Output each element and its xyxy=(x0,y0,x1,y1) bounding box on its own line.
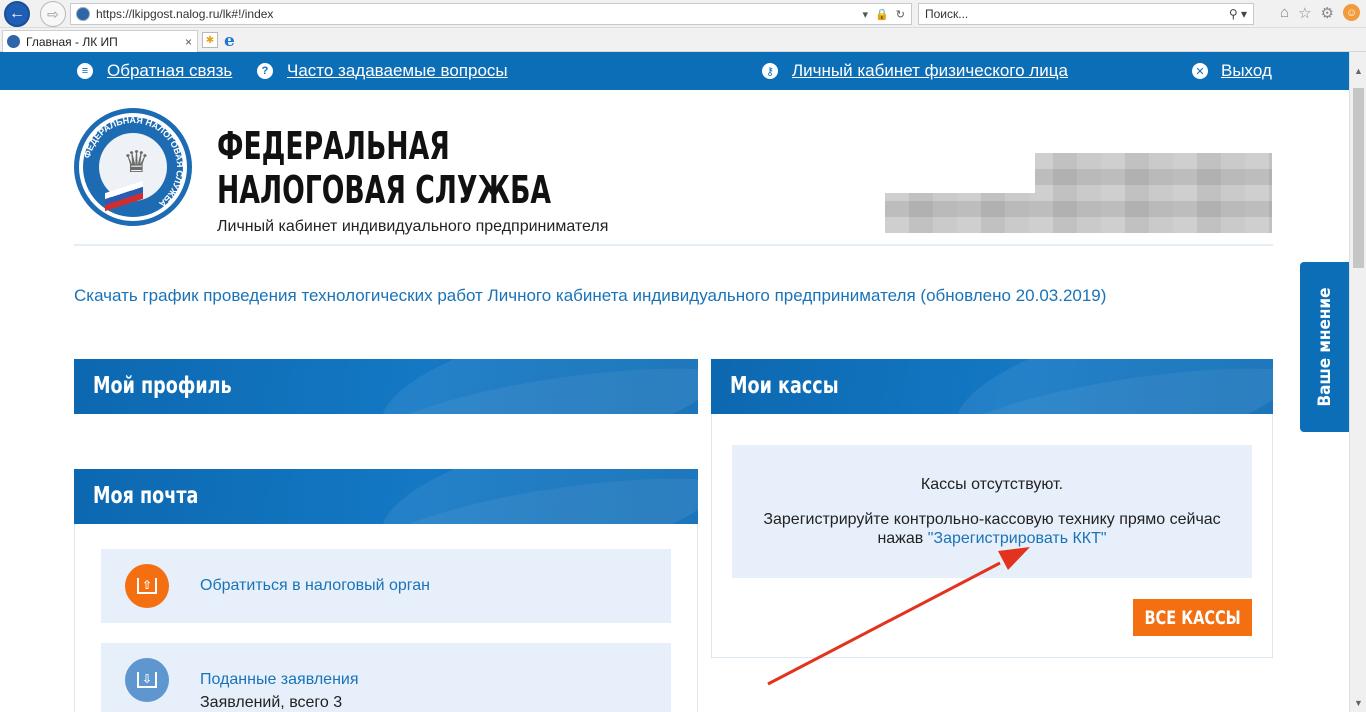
upload-tray-icon: ⇧ xyxy=(125,564,169,608)
tab-title: Главная - ЛК ИП xyxy=(26,34,118,49)
gear-icon[interactable]: ⚙ xyxy=(1321,4,1334,22)
smiley-icon[interactable]: ☺ xyxy=(1343,4,1360,21)
feedback-side-tab[interactable]: Ваше мнение xyxy=(1300,262,1349,432)
kassy-panel-title: Мои кассы xyxy=(730,373,839,399)
ie-logo-icon[interactable]: e xyxy=(224,31,235,51)
list-item-contact-tax-office[interactable]: ⇧ Обратиться в налоговый орган xyxy=(101,549,671,623)
faq-link[interactable]: Часто задаваемые вопросы xyxy=(287,61,508,81)
back-button[interactable]: ← xyxy=(4,1,30,27)
list-item-subtitle: Заявлений, всего 3 xyxy=(200,694,343,711)
kassy-empty-text: Кассы отсутствуют. xyxy=(920,476,1064,493)
personal-cabinet-link[interactable]: Личный кабинет физического лица xyxy=(792,61,1068,81)
lock-icon[interactable]: 🔒 xyxy=(875,8,889,21)
profile-panel-header[interactable]: Мой профиль xyxy=(74,359,698,414)
feedback-icon: ≡ xyxy=(77,63,93,79)
redacted-user-info xyxy=(885,153,1272,233)
browser-tab[interactable]: Главная - ЛК ИП × xyxy=(2,30,198,52)
feedback-side-tab-label: Ваше мнение xyxy=(1314,287,1335,407)
mail-panel-title: Моя почта xyxy=(93,483,199,509)
close-tab-icon[interactable]: × xyxy=(185,35,197,49)
profile-panel-title: Мой профиль xyxy=(93,373,232,399)
register-kkt-link[interactable]: "Зарегистрировать ККТ" xyxy=(928,530,1107,547)
browser-tab-bar: Главная - ЛК ИП × ✱ e xyxy=(0,28,1366,52)
browser-search-input[interactable]: Поиск... ⚲ ▾ xyxy=(918,3,1254,25)
forward-button[interactable]: ⇨ xyxy=(40,1,66,27)
scroll-down-icon[interactable]: ▼ xyxy=(1354,698,1363,708)
question-icon: ? xyxy=(257,63,273,79)
kassy-hint: Зарегистрируйте контрольно-кассовую техн… xyxy=(763,511,1221,547)
page-subtitle: Личный кабинет индивидуального предприни… xyxy=(217,218,609,235)
scrollbar-thumb[interactable] xyxy=(1353,88,1364,268)
close-icon: ✕ xyxy=(1192,63,1208,79)
fns-emblem-logo: ФЕДЕРАЛЬНАЯ НАЛОГОВАЯ СЛУЖБА ♛ xyxy=(74,108,192,226)
download-tray-icon: ⇩ xyxy=(125,658,169,702)
dropdown-icon[interactable]: ▾ xyxy=(863,8,869,21)
kassy-empty-box: Кассы отсутствуют. Зарегистрируйте контр… xyxy=(732,445,1252,578)
search-placeholder: Поиск... xyxy=(925,7,969,21)
key-icon: ⚷ xyxy=(762,63,778,79)
forward-arrow-icon: ⇨ xyxy=(47,5,59,22)
refresh-icon[interactable]: ↻ xyxy=(896,8,905,21)
mail-panel-header[interactable]: Моя почта xyxy=(74,469,698,524)
url-field[interactable]: https://lkipgost.nalog.ru/lk#!/index ▾ 🔒… xyxy=(70,3,912,25)
eagle-icon: ♛ xyxy=(123,146,150,179)
url-text: https://lkipgost.nalog.ru/lk#!/index xyxy=(96,7,274,21)
feedback-link[interactable]: Обратная связь xyxy=(107,61,232,81)
page-scrollbar[interactable]: ▲ ▼ xyxy=(1349,52,1366,712)
list-item-submitted-applications[interactable]: ⇩ Поданные заявления Заявлений, всего 3 xyxy=(101,643,671,712)
home-icon[interactable]: ⌂ xyxy=(1280,4,1289,22)
search-icon[interactable]: ⚲ ▾ xyxy=(1229,7,1253,21)
new-tab-icon[interactable]: ✱ xyxy=(202,32,218,48)
list-item-title[interactable]: Поданные заявления xyxy=(200,671,359,689)
star-icon[interactable]: ☆ xyxy=(1298,4,1311,22)
logout-link[interactable]: Выход xyxy=(1221,61,1272,81)
browser-address-bar: ← ⇨ https://lkipgost.nalog.ru/lk#!/index… xyxy=(0,0,1366,28)
back-arrow-icon: ← xyxy=(9,5,25,22)
page-title: ФЕДЕРАЛЬНАЯ НАЛОГОВАЯ СЛУЖБА xyxy=(217,124,552,212)
kassy-panel-header[interactable]: Мои кассы xyxy=(711,359,1273,414)
all-kassy-button[interactable]: ВСЕ КАССЫ xyxy=(1133,599,1252,636)
list-item-title[interactable]: Обратиться в налоговый орган xyxy=(200,577,430,595)
maintenance-schedule-link[interactable]: Скачать график проведения технологически… xyxy=(74,286,1106,306)
site-favicon-icon xyxy=(76,7,90,21)
tab-favicon-icon xyxy=(7,35,20,48)
top-navigation: ≡ Обратная связь ? Часто задаваемые вопр… xyxy=(0,52,1349,90)
header-divider xyxy=(74,244,1273,246)
scroll-up-icon[interactable]: ▲ xyxy=(1354,66,1363,76)
